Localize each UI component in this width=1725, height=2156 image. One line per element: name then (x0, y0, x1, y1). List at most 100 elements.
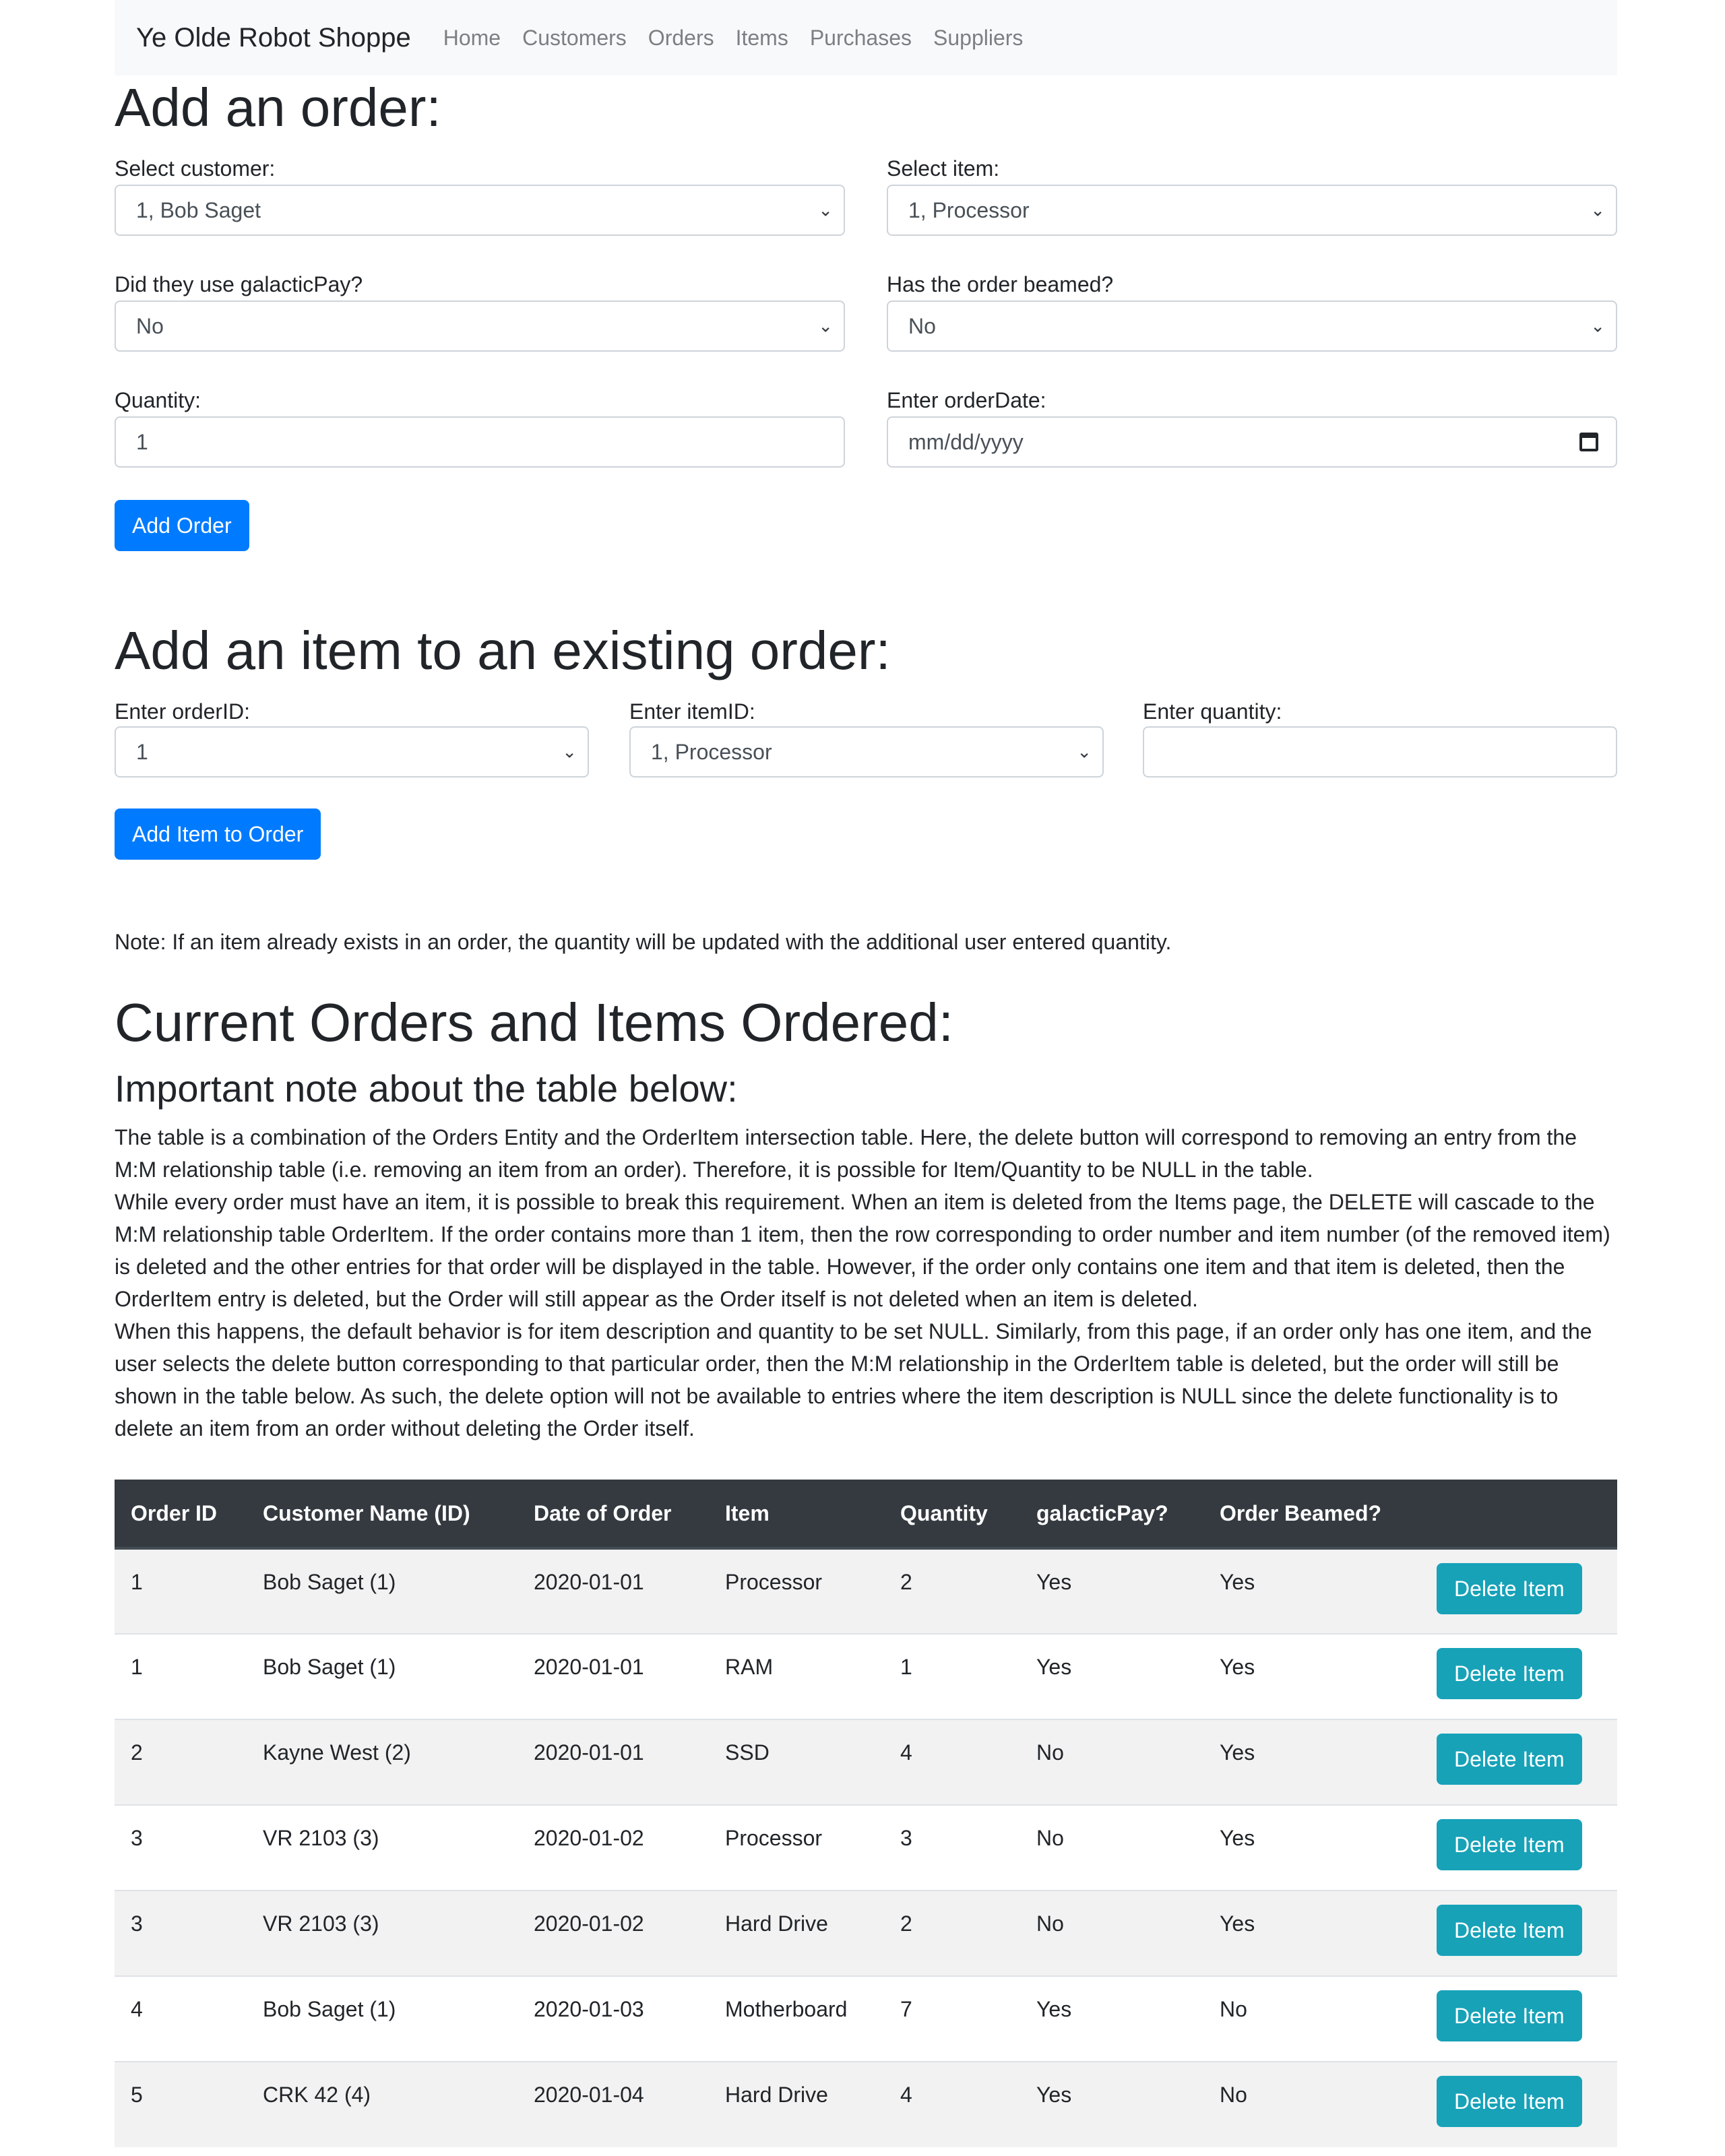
brand-link[interactable]: Ye Olde Robot Shoppe (136, 18, 411, 58)
delete-item-button[interactable]: Delete Item (1437, 1563, 1582, 1614)
galacticpay-select-value: No (136, 314, 164, 338)
add-item-to-order-button[interactable]: Add Item to Order (115, 808, 321, 860)
cell-galacticpay: Yes (1020, 2061, 1203, 2147)
chevron-down-icon: ⌄ (562, 741, 577, 762)
nav-link-suppliers[interactable]: Suppliers (933, 22, 1023, 54)
cell-actions: Delete Item (1420, 1548, 1617, 1634)
nav-link-items[interactable]: Items (736, 22, 788, 54)
quantity-label: Quantity: (115, 388, 201, 412)
important-note-heading: Important note about the table below: (115, 1067, 738, 1110)
cell-beamed: Yes (1203, 1804, 1420, 1891)
item-select[interactable]: 1, Processor ⌄ (887, 185, 1617, 236)
delete-item-button[interactable]: Delete Item (1437, 1990, 1582, 2041)
table-row: 3 VR 2103 (3) 2020-01-02 Hard Drive 2 No… (115, 1890, 1617, 1976)
delete-item-button[interactable]: Delete Item (1437, 1734, 1582, 1785)
add-order-heading: Add an order: (115, 77, 441, 137)
customer-select[interactable]: 1, Bob Saget ⌄ (115, 185, 845, 236)
navbar: Ye Olde Robot Shoppe Home Customers Orde… (115, 0, 1617, 75)
calendar-icon[interactable] (1579, 433, 1598, 451)
cell-galacticpay: No (1020, 1804, 1203, 1891)
cell-customer: VR 2103 (3) (247, 1890, 518, 1976)
header-date: Date of Order (518, 1480, 709, 1550)
cell-order-id: 1 (115, 1548, 247, 1634)
cell-order-id: 4 (115, 1975, 247, 2062)
cell-actions: Delete Item (1420, 1719, 1617, 1805)
cell-customer: CRK 42 (4) (247, 2061, 518, 2147)
item-select-value: 1, Processor (908, 198, 1030, 222)
delete-item-button[interactable]: Delete Item (1437, 2076, 1582, 2127)
cell-date: 2020-01-02 (518, 1890, 709, 1976)
item-label: Select item: (887, 156, 1000, 181)
cell-date: 2020-01-01 (518, 1719, 709, 1805)
cell-date: 2020-01-01 (518, 1548, 709, 1634)
nav-link-home[interactable]: Home (443, 22, 501, 54)
cell-date: 2020-01-01 (518, 1633, 709, 1719)
header-quantity: Quantity (884, 1480, 1020, 1550)
cell-item: Motherboard (709, 1975, 884, 2062)
cell-actions: Delete Item (1420, 2061, 1617, 2147)
beamed-label: Has the order beamed? (887, 272, 1114, 296)
galacticpay-label: Did they use galacticPay? (115, 272, 363, 296)
table-row: 5 CRK 42 (4) 2020-01-04 Hard Drive 4 Yes… (115, 2061, 1617, 2147)
cell-item: Hard Drive (709, 1890, 884, 1976)
cell-customer: VR 2103 (3) (247, 1804, 518, 1891)
cell-customer: Kayne West (2) (247, 1719, 518, 1805)
cell-galacticpay: Yes (1020, 1548, 1203, 1634)
table-explanation: The table is a combination of the Orders… (115, 1121, 1617, 1445)
cell-quantity: 3 (884, 1804, 1020, 1891)
delete-item-button[interactable]: Delete Item (1437, 1819, 1582, 1870)
item-quantity-label: Enter quantity: (1143, 699, 1282, 724)
order-date-input[interactable]: mm/dd/yyyy (887, 416, 1617, 468)
cell-customer: Bob Saget (1) (247, 1633, 518, 1719)
explanation-paragraph: While every order must have an item, it … (115, 1190, 1610, 1311)
cell-actions: Delete Item (1420, 1975, 1617, 2062)
update-note: Note: If an item already exists in an or… (115, 930, 1172, 954)
cell-item: RAM (709, 1633, 884, 1719)
beamed-select-value: No (908, 314, 936, 338)
cell-actions: Delete Item (1420, 1633, 1617, 1719)
cell-order-id: 5 (115, 2061, 247, 2147)
cell-galacticpay: Yes (1020, 1633, 1203, 1719)
order-id-select[interactable]: 1 ⌄ (115, 726, 589, 778)
chevron-down-icon: ⌄ (818, 315, 833, 336)
cell-quantity: 2 (884, 1890, 1020, 1976)
order-date-placeholder: mm/dd/yyyy (908, 430, 1024, 454)
delete-item-button[interactable]: Delete Item (1437, 1905, 1582, 1956)
table-row: 1 Bob Saget (1) 2020-01-01 Processor 2 Y… (115, 1548, 1617, 1634)
cell-order-id: 3 (115, 1804, 247, 1891)
cell-item: Processor (709, 1548, 884, 1634)
explanation-paragraph: The table is a combination of the Orders… (115, 1125, 1577, 1182)
nav-link-orders[interactable]: Orders (648, 22, 714, 54)
table-header-row: Order ID Customer Name (ID) Date of Orde… (115, 1480, 1617, 1550)
add-item-heading: Add an item to an existing order: (115, 621, 891, 680)
delete-item-button[interactable]: Delete Item (1437, 1648, 1582, 1699)
galacticpay-select[interactable]: No ⌄ (115, 300, 845, 352)
nav-link-customers[interactable]: Customers (522, 22, 627, 54)
cell-customer: Bob Saget (1) (247, 1548, 518, 1634)
beamed-select[interactable]: No ⌄ (887, 300, 1617, 352)
header-item: Item (709, 1480, 884, 1550)
cell-beamed: Yes (1203, 1890, 1420, 1976)
item-quantity-input[interactable] (1143, 726, 1617, 778)
item-id-select[interactable]: 1, Processor ⌄ (629, 726, 1104, 778)
cell-quantity: 2 (884, 1548, 1020, 1634)
cell-item: SSD (709, 1719, 884, 1805)
cell-beamed: No (1203, 2061, 1420, 2147)
add-order-button[interactable]: Add Order (115, 500, 249, 551)
cell-beamed: Yes (1203, 1719, 1420, 1805)
order-id-label: Enter orderID: (115, 699, 250, 724)
table-row: 3 VR 2103 (3) 2020-01-02 Processor 3 No … (115, 1804, 1617, 1891)
nav-link-purchases[interactable]: Purchases (810, 22, 912, 54)
cell-date: 2020-01-03 (518, 1975, 709, 2062)
quantity-input[interactable]: 1 (115, 416, 845, 468)
cell-quantity: 1 (884, 1633, 1020, 1719)
customer-select-value: 1, Bob Saget (136, 198, 261, 222)
cell-galacticpay: No (1020, 1890, 1203, 1976)
cell-customer: Bob Saget (1) (247, 1975, 518, 2062)
orders-table: Order ID Customer Name (ID) Date of Orde… (115, 1480, 1617, 2147)
header-beamed: Order Beamed? (1203, 1480, 1420, 1550)
chevron-down-icon: ⌄ (1590, 315, 1605, 336)
chevron-down-icon: ⌄ (1077, 741, 1092, 762)
quantity-input-value: 1 (136, 430, 148, 454)
chevron-down-icon: ⌄ (818, 199, 833, 220)
